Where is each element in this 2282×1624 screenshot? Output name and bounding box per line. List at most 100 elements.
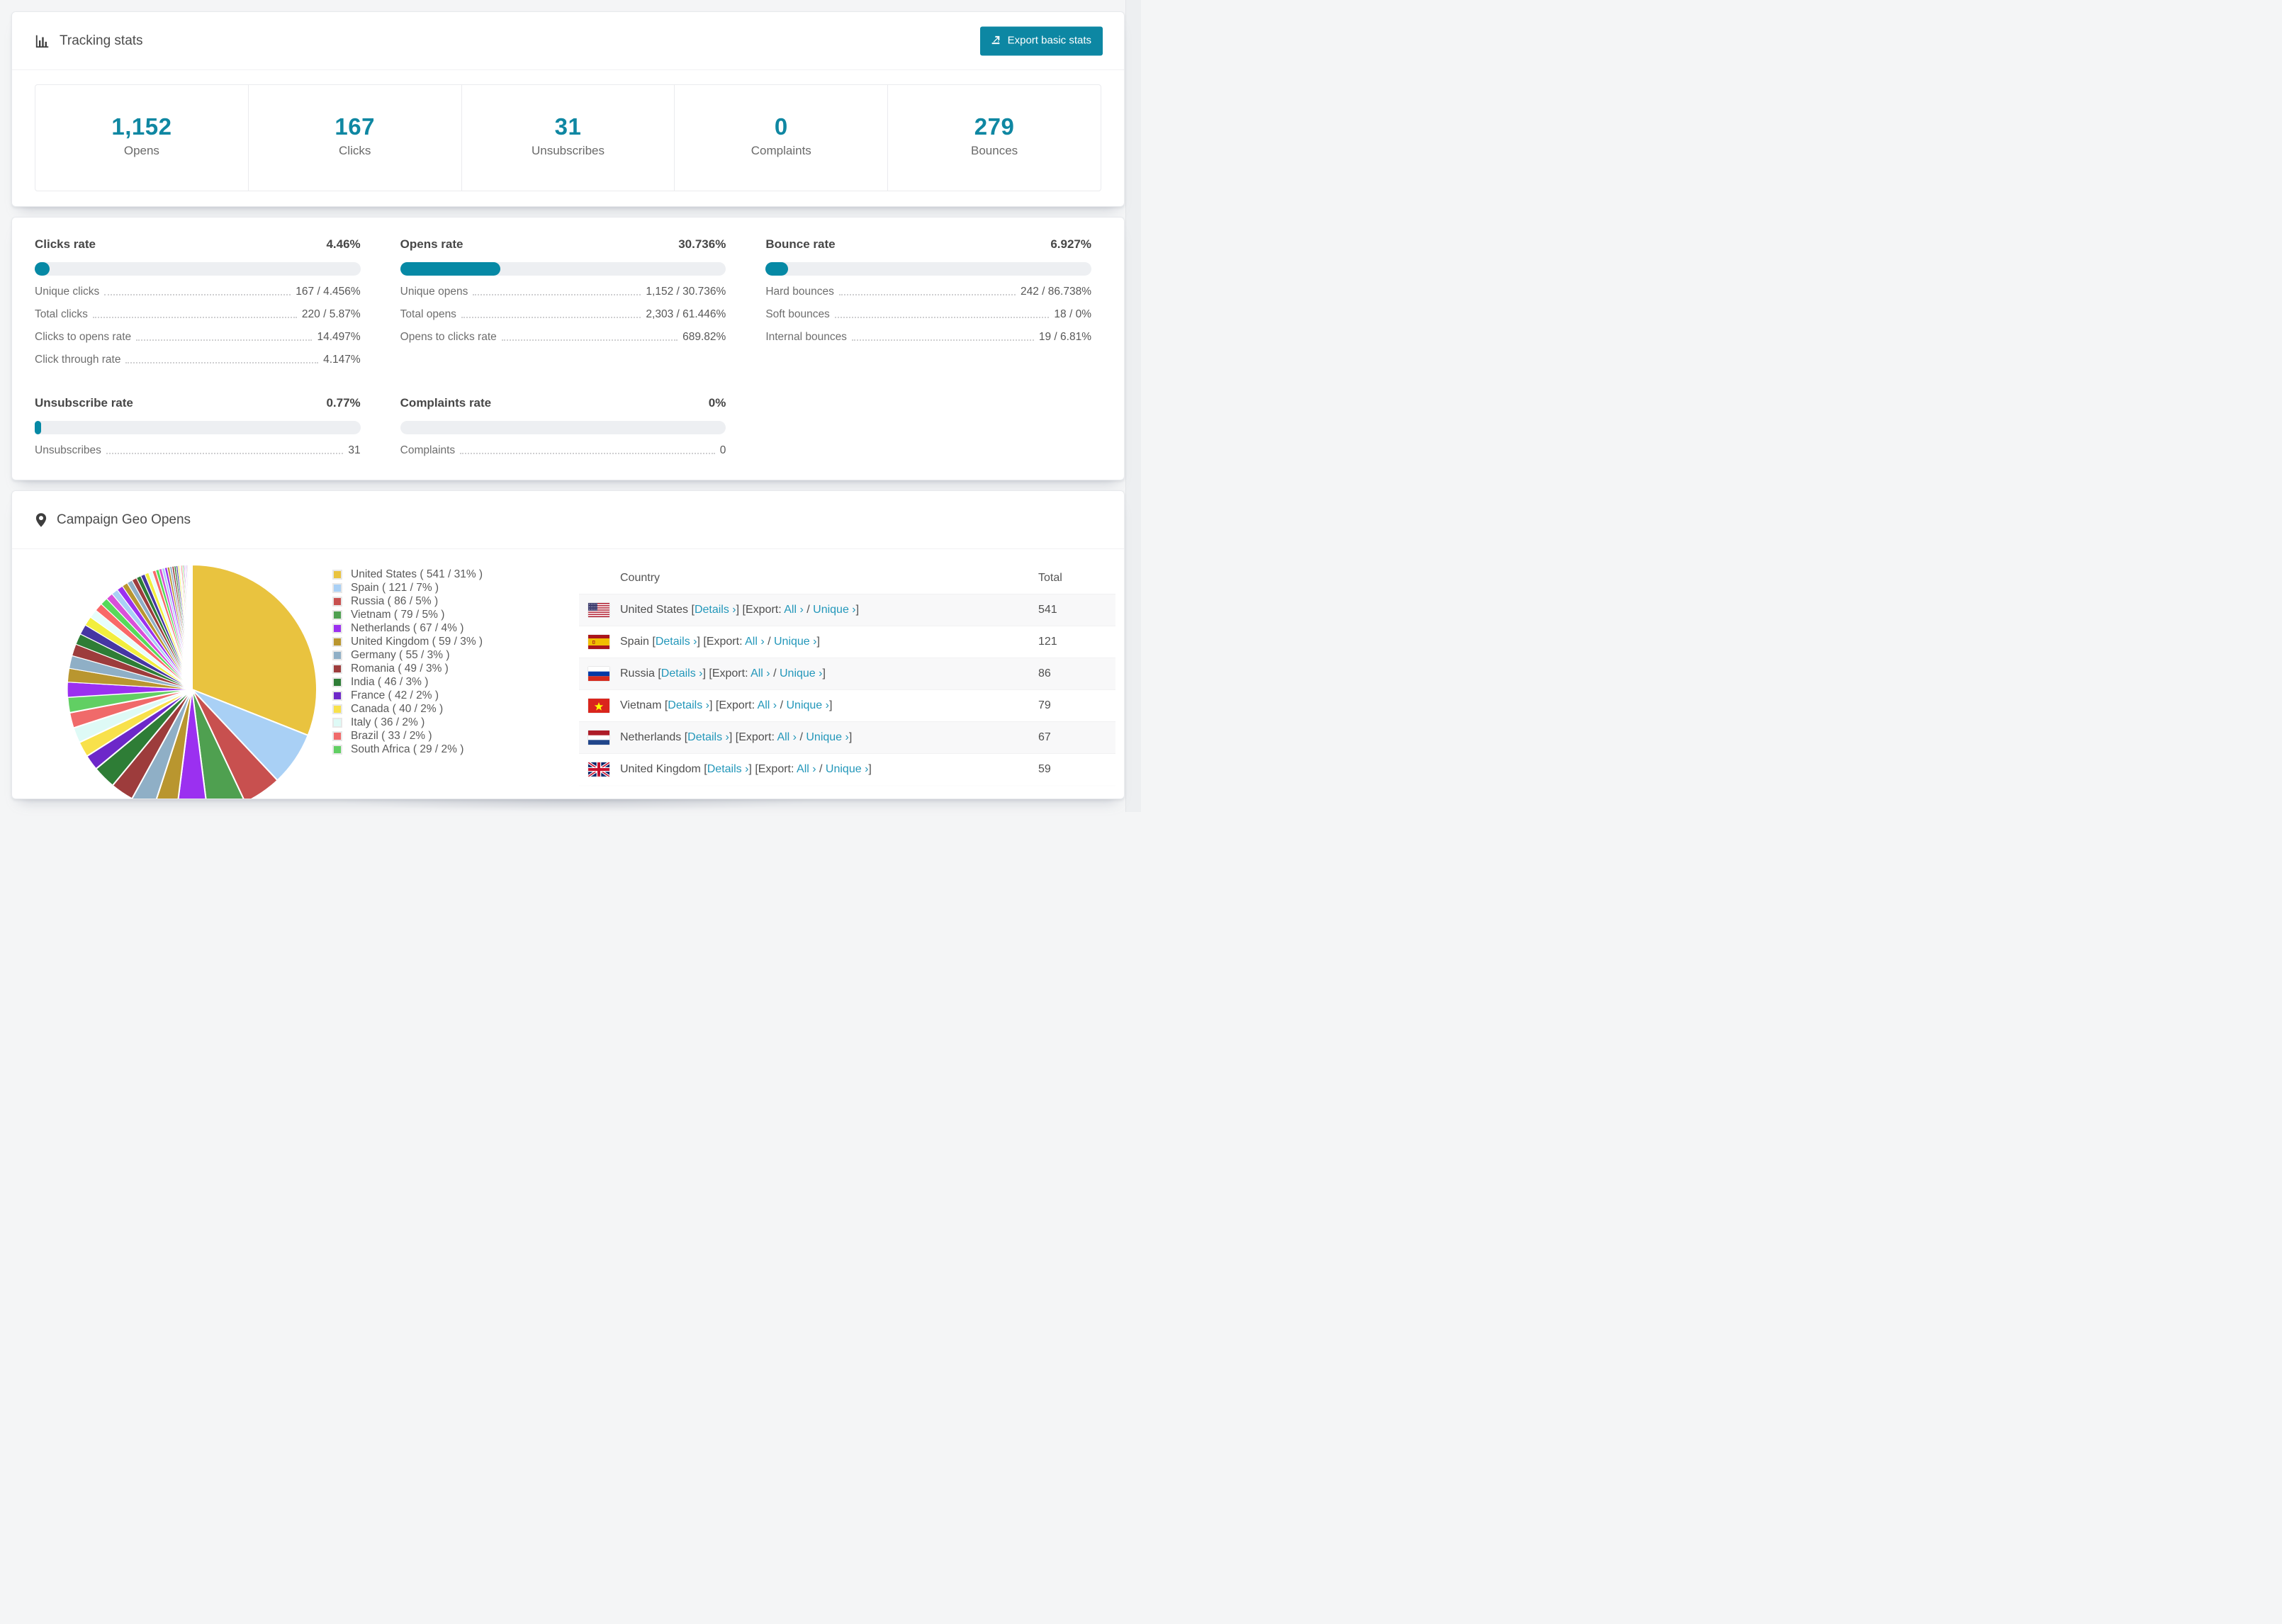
summary-value: 167 bbox=[335, 113, 375, 140]
rate-progress-fill bbox=[35, 262, 50, 276]
total-cell: 541 bbox=[1038, 604, 1057, 616]
summary-label: Opens bbox=[123, 144, 159, 157]
details-link[interactable]: Details › bbox=[661, 667, 703, 680]
rate-progress-track bbox=[765, 262, 1091, 276]
dotted-leader bbox=[473, 294, 641, 295]
column-header-country: Country bbox=[620, 571, 661, 584]
details-link[interactable]: Details › bbox=[695, 604, 736, 616]
legend-item[interactable]: France ( 42 / 2% ) bbox=[332, 689, 483, 702]
rate-stat-value: 4.147% bbox=[323, 354, 361, 366]
legend-item[interactable]: Italy ( 36 / 2% ) bbox=[332, 716, 483, 729]
rate-stat-row: Complaints 0 bbox=[400, 444, 726, 457]
export-all-link[interactable]: All › bbox=[777, 731, 797, 743]
bracket-close: ] bbox=[828, 699, 833, 711]
export-label: ] [Export: bbox=[697, 636, 746, 648]
rate-stat-value: 2,303 / 61.446% bbox=[646, 308, 726, 320]
rate-header: Clicks rate 4.46% bbox=[35, 237, 361, 252]
legend-label: South Africa ( 29 / 2% ) bbox=[351, 743, 464, 755]
flag-nl-icon bbox=[588, 731, 609, 745]
export-all-link[interactable]: All › bbox=[758, 699, 777, 711]
pie-slice-other-44[interactable] bbox=[191, 564, 193, 690]
legend-item[interactable]: Canada ( 40 / 2% ) bbox=[332, 702, 483, 716]
export-unique-link[interactable]: Unique › bbox=[780, 667, 822, 680]
export-unique-link[interactable]: Unique › bbox=[774, 636, 816, 648]
legend-label: India ( 46 / 3% ) bbox=[351, 675, 429, 688]
card-drop-shadow bbox=[333, 799, 815, 812]
country-name: United States [ bbox=[620, 604, 695, 616]
bracket-close: ] bbox=[848, 731, 853, 743]
export-all-link[interactable]: All › bbox=[797, 763, 816, 775]
legend-label: United Kingdom ( 59 / 3% ) bbox=[351, 635, 483, 648]
legend-label: Spain ( 121 / 7% ) bbox=[351, 581, 439, 594]
summary-box: 0 Complaints bbox=[674, 85, 887, 191]
legend-item[interactable]: South Africa ( 29 / 2% ) bbox=[332, 743, 483, 756]
bar-chart-icon bbox=[35, 33, 50, 49]
rate-stat-label: Internal bounces bbox=[765, 331, 847, 343]
rate-stat-label: Hard bounces bbox=[765, 286, 834, 298]
rate-stat-label: Unique opens bbox=[400, 286, 468, 298]
table-row: Vietnam [Details ›] [Export: All › / Uni… bbox=[579, 689, 1115, 721]
tracking-stats-title: Tracking stats bbox=[35, 33, 143, 49]
rate-value: 6.927% bbox=[1050, 237, 1091, 251]
rate-stat-label: Clicks to opens rate bbox=[35, 331, 132, 343]
export-button-label: Export basic stats bbox=[1007, 34, 1091, 47]
dotted-leader bbox=[136, 339, 313, 341]
dotted-leader bbox=[838, 294, 1016, 295]
summary-box: 31 Unsubscribes bbox=[461, 85, 675, 191]
geo-opens-pie-chart[interactable] bbox=[66, 563, 318, 799]
rate-stat-label: Unsubscribes bbox=[35, 444, 101, 456]
legend-item[interactable]: Russia ( 86 / 5% ) bbox=[332, 594, 483, 608]
export-label: ] [Export: bbox=[748, 763, 797, 775]
details-link[interactable]: Details › bbox=[707, 763, 749, 775]
rate-value: 30.736% bbox=[678, 237, 726, 251]
legend-swatch bbox=[332, 704, 342, 714]
geo-opens-card: Campaign Geo Opens United States ( 541 /… bbox=[11, 490, 1125, 799]
export-label: ] [Export: bbox=[709, 699, 758, 711]
summary-value: 1,152 bbox=[111, 113, 172, 140]
table-row: United Kingdom [Details ›] [Export: All … bbox=[579, 753, 1115, 785]
legend-item[interactable]: India ( 46 / 3% ) bbox=[332, 675, 483, 689]
export-unique-link[interactable]: Unique › bbox=[826, 763, 868, 775]
legend-swatch bbox=[332, 677, 342, 687]
legend-item[interactable]: Germany ( 55 / 3% ) bbox=[332, 648, 483, 662]
export-all-link[interactable]: All › bbox=[745, 636, 765, 648]
legend-item[interactable]: Netherlands ( 67 / 4% ) bbox=[332, 621, 483, 635]
country-cell: Netherlands [Details ›] [Export: All › /… bbox=[620, 731, 852, 744]
export-unique-link[interactable]: Unique › bbox=[813, 604, 855, 616]
export-all-link[interactable]: All › bbox=[751, 667, 770, 680]
dotted-leader bbox=[501, 339, 678, 341]
legend-item[interactable]: Spain ( 121 / 7% ) bbox=[332, 581, 483, 594]
dotted-leader bbox=[104, 294, 291, 295]
legend-swatch bbox=[332, 663, 342, 674]
page-vertical-scrollbar[interactable] bbox=[1125, 0, 1141, 812]
summary-value: 31 bbox=[554, 113, 582, 140]
bracket-close: ] bbox=[822, 667, 826, 680]
export-basic-stats-button[interactable]: Export basic stats bbox=[979, 26, 1103, 55]
total-cell: 59 bbox=[1038, 763, 1051, 775]
rate-title: Opens rate bbox=[400, 237, 463, 251]
legend-item[interactable]: Brazil ( 33 / 2% ) bbox=[332, 729, 483, 743]
bracket-close: ] bbox=[855, 604, 860, 616]
rate-stat-label: Total clicks bbox=[35, 308, 88, 320]
rate-stat-value: 220 / 5.87% bbox=[301, 308, 361, 320]
export-unique-link[interactable]: Unique › bbox=[786, 699, 828, 711]
bracket-close: ] bbox=[868, 763, 872, 775]
total-cell: 86 bbox=[1038, 667, 1051, 680]
export-all-link[interactable]: All › bbox=[784, 604, 804, 616]
details-link[interactable]: Details › bbox=[687, 731, 729, 743]
country-name: United Kingdom [ bbox=[620, 763, 707, 775]
export-unique-link[interactable]: Unique › bbox=[806, 731, 848, 743]
rate-stat-label: Total opens bbox=[400, 308, 456, 320]
legend-item[interactable]: Vietnam ( 79 / 5% ) bbox=[332, 608, 483, 621]
legend-item[interactable]: United Kingdom ( 59 / 3% ) bbox=[332, 635, 483, 648]
bracket-close: ] bbox=[816, 636, 820, 648]
slash-separator: / bbox=[803, 604, 814, 616]
legend-item[interactable]: United States ( 541 / 31% ) bbox=[332, 568, 483, 581]
legend-label: Vietnam ( 79 / 5% ) bbox=[351, 608, 445, 621]
details-link[interactable]: Details › bbox=[656, 636, 697, 648]
legend-swatch bbox=[332, 609, 342, 620]
slash-separator: / bbox=[797, 731, 806, 743]
legend-swatch bbox=[332, 744, 342, 755]
details-link[interactable]: Details › bbox=[668, 699, 709, 711]
legend-item[interactable]: Romania ( 49 / 3% ) bbox=[332, 662, 483, 675]
